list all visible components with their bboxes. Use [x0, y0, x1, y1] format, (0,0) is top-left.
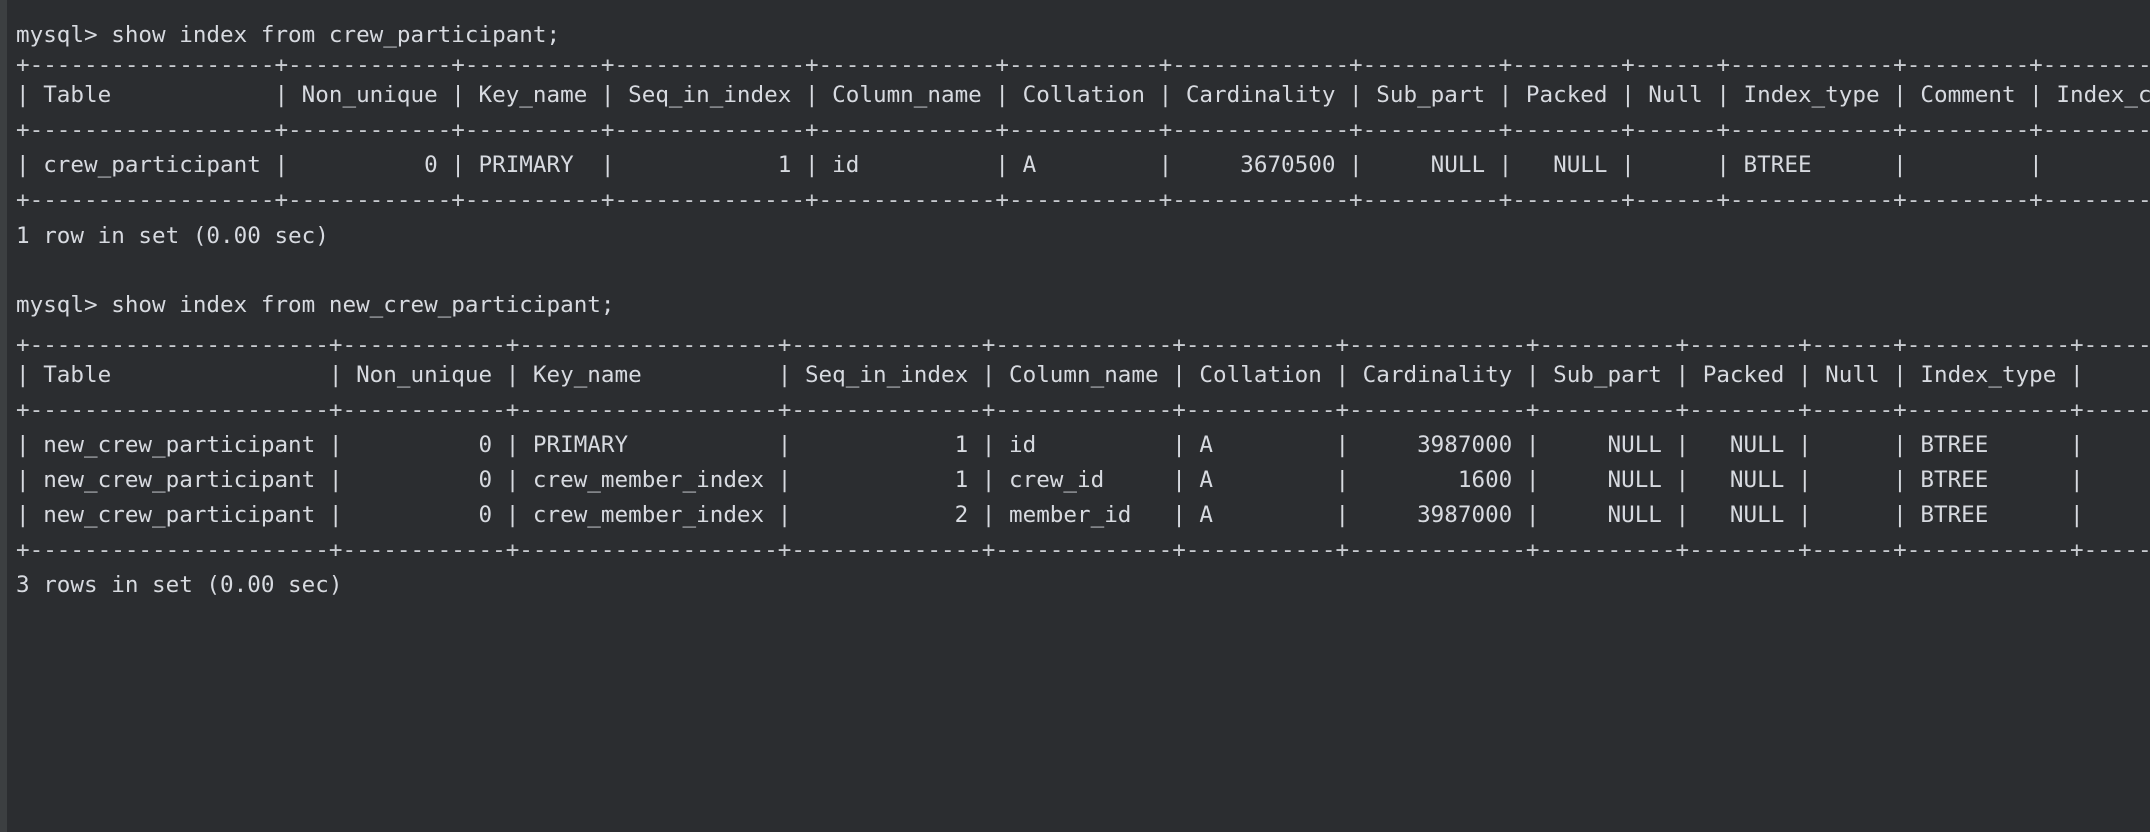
terminal-output[interactable]: mysql> show index from crew_participant;… [0, 0, 2150, 832]
table-border-top-1: +------------------+------------+-------… [16, 52, 2150, 78]
table-header-row-2: | Table | Non_unique | Key_name | Seq_in… [16, 362, 2084, 388]
query-prompt-1: mysql> show index from crew_participant; [16, 22, 561, 48]
table-border-mid-1: +------------------+------------+-------… [16, 117, 2150, 143]
table-border-mid-2: +----------------------+------------+---… [16, 397, 2150, 423]
table-row: | new_crew_participant | 0 | PRIMARY | 1… [16, 432, 2084, 458]
query-prompt-2: mysql> show index from new_crew_particip… [16, 292, 615, 318]
table-row: | crew_participant | 0 | PRIMARY | 1 | i… [16, 152, 2043, 178]
table-border-bottom-1: +------------------+------------+-------… [16, 187, 2150, 213]
table-border-bottom-2: +----------------------+------------+---… [16, 537, 2150, 563]
table-border-top-2: +----------------------+------------+---… [16, 332, 2150, 358]
table-row: | new_crew_participant | 0 | crew_member… [16, 467, 2084, 493]
table-row: | new_crew_participant | 0 | crew_member… [16, 502, 2084, 528]
table-header-row-1: | Table | Non_unique | Key_name | Seq_in… [16, 82, 2150, 108]
result-summary-2: 3 rows in set (0.00 sec) [16, 572, 343, 598]
result-summary-1: 1 row in set (0.00 sec) [16, 223, 329, 249]
